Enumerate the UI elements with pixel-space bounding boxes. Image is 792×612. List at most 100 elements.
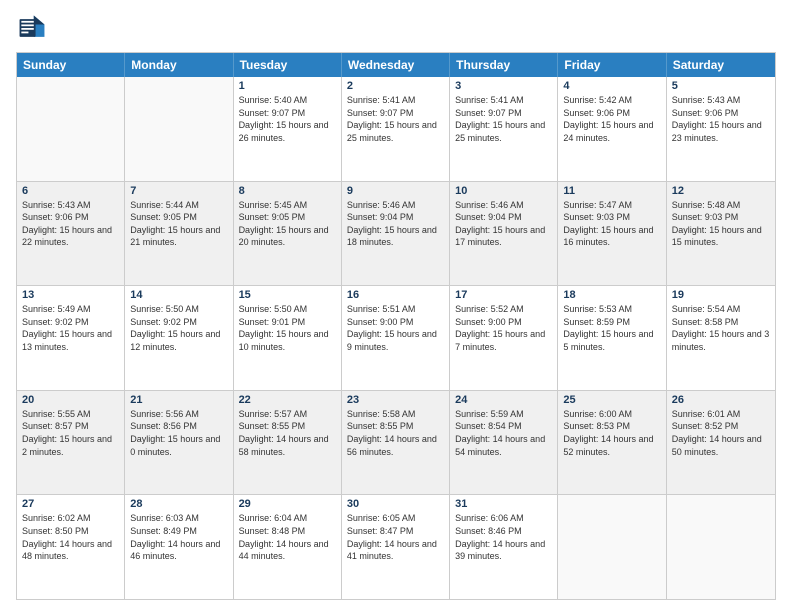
- day-info: Sunrise: 5:43 AMSunset: 9:06 PMDaylight:…: [672, 94, 770, 144]
- day-cell: 1 Sunrise: 5:40 AMSunset: 9:07 PMDaylight…: [234, 77, 342, 181]
- day-info: Sunrise: 5:44 AMSunset: 9:05 PMDaylight:…: [130, 199, 227, 249]
- day-cell: 30Sunrise: 6:05 AMSunset: 8:47 PMDayligh…: [342, 495, 450, 599]
- day-cell: 10Sunrise: 5:46 AMSunset: 9:04 PMDayligh…: [450, 182, 558, 286]
- week-row-4: 20 Sunrise: 5:55 AMSunset: 8:57 PMDayligh…: [17, 391, 775, 496]
- day-cell: 15Sunrise: 5:50 AMSunset: 9:01 PMDayligh…: [234, 286, 342, 390]
- day-cell: 7 Sunrise: 5:44 AMSunset: 9:05 PMDaylight…: [125, 182, 233, 286]
- day-number: 23: [347, 394, 444, 406]
- day-header-sunday: Sunday: [17, 53, 125, 77]
- day-cell: 4 Sunrise: 5:42 AMSunset: 9:06 PMDaylight…: [558, 77, 666, 181]
- day-info: Sunrise: 5:42 AMSunset: 9:06 PMDaylight:…: [563, 94, 660, 144]
- day-number: 6: [22, 185, 119, 197]
- day-info: Sunrise: 5:50 AMSunset: 9:02 PMDaylight:…: [130, 303, 227, 353]
- day-cell: [125, 77, 233, 181]
- day-info: Sunrise: 5:56 AMSunset: 8:56 PMDaylight:…: [130, 408, 227, 458]
- day-cell: 27Sunrise: 6:02 AMSunset: 8:50 PMDayligh…: [17, 495, 125, 599]
- day-number: 7: [130, 185, 227, 197]
- day-number: 24: [455, 394, 552, 406]
- day-number: 2: [347, 80, 444, 92]
- day-info: Sunrise: 5:53 AMSunset: 8:59 PMDaylight:…: [563, 303, 660, 353]
- day-cell: 28 Sunrise: 6:03 AMSunset: 8:49 PMDayligh…: [125, 495, 233, 599]
- week-row-2: 6Sunrise: 5:43 AMSunset: 9:06 PMDaylight…: [17, 182, 775, 287]
- week-row-3: 13 Sunrise: 5:49 AMSunset: 9:02 PMDayligh…: [17, 286, 775, 391]
- day-cell: [17, 77, 125, 181]
- day-cell: 3 Sunrise: 5:41 AMSunset: 9:07 PMDaylight…: [450, 77, 558, 181]
- day-info: Sunrise: 5:40 AMSunset: 9:07 PMDaylight:…: [239, 94, 336, 144]
- day-cell: [667, 495, 775, 599]
- day-cell: 31 Sunrise: 6:06 AMSunset: 8:46 PMDayligh…: [450, 495, 558, 599]
- day-cell: 25 Sunrise: 6:00 AMSunset: 8:53 PMDayligh…: [558, 391, 666, 495]
- day-info: Sunrise: 5:55 AMSunset: 8:57 PMDaylight:…: [22, 408, 119, 458]
- day-cell: 24 Sunrise: 5:59 AMSunset: 8:54 PMDayligh…: [450, 391, 558, 495]
- day-cell: 9 Sunrise: 5:46 AMSunset: 9:04 PMDaylight…: [342, 182, 450, 286]
- day-info: Sunrise: 5:49 AMSunset: 9:02 PMDaylight:…: [22, 303, 119, 353]
- logo: [16, 12, 52, 44]
- day-number: 27: [22, 498, 119, 510]
- day-cell: 6Sunrise: 5:43 AMSunset: 9:06 PMDaylight…: [17, 182, 125, 286]
- day-info: Sunrise: 6:06 AMSunset: 8:46 PMDaylight:…: [455, 512, 552, 562]
- day-header-thursday: Thursday: [450, 53, 558, 77]
- page-header: [16, 12, 776, 44]
- calendar-header: SundayMondayTuesdayWednesdayThursdayFrid…: [17, 53, 775, 77]
- day-cell: 8 Sunrise: 5:45 AMSunset: 9:05 PMDaylight…: [234, 182, 342, 286]
- day-cell: 22Sunrise: 5:57 AMSunset: 8:55 PMDayligh…: [234, 391, 342, 495]
- day-header-friday: Friday: [558, 53, 666, 77]
- day-number: 28: [130, 498, 227, 510]
- day-info: Sunrise: 5:47 AMSunset: 9:03 PMDaylight:…: [563, 199, 660, 249]
- day-cell: 16Sunrise: 5:51 AMSunset: 9:00 PMDayligh…: [342, 286, 450, 390]
- day-cell: 21 Sunrise: 5:56 AMSunset: 8:56 PMDayligh…: [125, 391, 233, 495]
- day-info: Sunrise: 5:58 AMSunset: 8:55 PMDaylight:…: [347, 408, 444, 458]
- day-number: 30: [347, 498, 444, 510]
- day-info: Sunrise: 6:03 AMSunset: 8:49 PMDaylight:…: [130, 512, 227, 562]
- day-number: 11: [563, 185, 660, 197]
- day-number: 8: [239, 185, 336, 197]
- day-number: 1: [239, 80, 336, 92]
- day-number: 19: [672, 289, 770, 301]
- day-info: Sunrise: 6:01 AMSunset: 8:52 PMDaylight:…: [672, 408, 770, 458]
- day-cell: 2 Sunrise: 5:41 AMSunset: 9:07 PMDaylight…: [342, 77, 450, 181]
- day-number: 25: [563, 394, 660, 406]
- day-cell: 19 Sunrise: 5:54 AMSunset: 8:58 PMDayligh…: [667, 286, 775, 390]
- day-cell: 12Sunrise: 5:48 AMSunset: 9:03 PMDayligh…: [667, 182, 775, 286]
- day-number: 13: [22, 289, 119, 301]
- day-number: 31: [455, 498, 552, 510]
- day-info: Sunrise: 5:52 AMSunset: 9:00 PMDaylight:…: [455, 303, 552, 353]
- day-number: 21: [130, 394, 227, 406]
- day-number: 9: [347, 185, 444, 197]
- day-cell: 20 Sunrise: 5:55 AMSunset: 8:57 PMDayligh…: [17, 391, 125, 495]
- day-info: Sunrise: 5:41 AMSunset: 9:07 PMDaylight:…: [455, 94, 552, 144]
- day-header-saturday: Saturday: [667, 53, 775, 77]
- day-info: Sunrise: 5:57 AMSunset: 8:55 PMDaylight:…: [239, 408, 336, 458]
- day-number: 26: [672, 394, 770, 406]
- logo-icon: [16, 12, 48, 44]
- day-number: 20: [22, 394, 119, 406]
- day-info: Sunrise: 6:00 AMSunset: 8:53 PMDaylight:…: [563, 408, 660, 458]
- calendar-page: SundayMondayTuesdayWednesdayThursdayFrid…: [0, 0, 792, 612]
- day-info: Sunrise: 5:41 AMSunset: 9:07 PMDaylight:…: [347, 94, 444, 144]
- day-number: 29: [239, 498, 336, 510]
- calendar: SundayMondayTuesdayWednesdayThursdayFrid…: [16, 52, 776, 600]
- day-info: Sunrise: 5:54 AMSunset: 8:58 PMDaylight:…: [672, 303, 770, 353]
- day-info: Sunrise: 5:46 AMSunset: 9:04 PMDaylight:…: [347, 199, 444, 249]
- day-cell: 5Sunrise: 5:43 AMSunset: 9:06 PMDaylight…: [667, 77, 775, 181]
- day-cell: 29Sunrise: 6:04 AMSunset: 8:48 PMDayligh…: [234, 495, 342, 599]
- day-number: 3: [455, 80, 552, 92]
- day-cell: 18 Sunrise: 5:53 AMSunset: 8:59 PMDayligh…: [558, 286, 666, 390]
- day-number: 15: [239, 289, 336, 301]
- day-cell: 17 Sunrise: 5:52 AMSunset: 9:00 PMDayligh…: [450, 286, 558, 390]
- day-info: Sunrise: 5:45 AMSunset: 9:05 PMDaylight:…: [239, 199, 336, 249]
- day-number: 17: [455, 289, 552, 301]
- day-cell: 23 Sunrise: 5:58 AMSunset: 8:55 PMDayligh…: [342, 391, 450, 495]
- day-info: Sunrise: 5:59 AMSunset: 8:54 PMDaylight:…: [455, 408, 552, 458]
- week-row-5: 27Sunrise: 6:02 AMSunset: 8:50 PMDayligh…: [17, 495, 775, 599]
- day-number: 18: [563, 289, 660, 301]
- calendar-body: 1 Sunrise: 5:40 AMSunset: 9:07 PMDaylight…: [17, 77, 775, 599]
- day-number: 16: [347, 289, 444, 301]
- day-info: Sunrise: 5:46 AMSunset: 9:04 PMDaylight:…: [455, 199, 552, 249]
- day-number: 12: [672, 185, 770, 197]
- day-cell: 11 Sunrise: 5:47 AMSunset: 9:03 PMDayligh…: [558, 182, 666, 286]
- day-cell: 26 Sunrise: 6:01 AMSunset: 8:52 PMDayligh…: [667, 391, 775, 495]
- day-number: 14: [130, 289, 227, 301]
- day-number: 4: [563, 80, 660, 92]
- day-header-monday: Monday: [125, 53, 233, 77]
